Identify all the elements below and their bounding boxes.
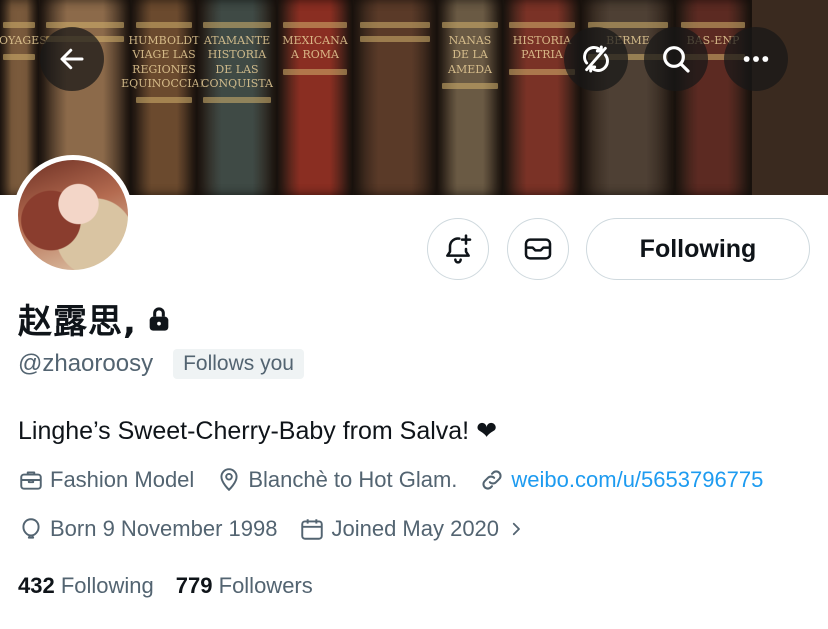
more-button[interactable] (724, 27, 788, 91)
spine-band (203, 97, 271, 104)
birthday-item: Born 9 November 1998 (18, 516, 277, 542)
spine-band (2, 54, 36, 61)
meta-row-1: Fashion Model Blanchè to Hot Glam. weibo… (18, 467, 763, 493)
stats-row: 432 Following 779 Followers (18, 573, 335, 599)
briefcase-icon (20, 471, 42, 490)
location-pin-icon (220, 468, 238, 492)
spine-text: NANAS DE LA AMEDA (448, 34, 492, 76)
following-button[interactable]: Following (586, 218, 810, 280)
spine-band (136, 22, 192, 28)
spine-text: ATAMANTE HISTORIA DE LAS CONQUISTA (201, 34, 273, 90)
website-item[interactable]: weibo.com/u/5653796775 (479, 467, 763, 493)
profile-banner[interactable]: VOYAGES HUMBOLDT VIAGE LAS REGIONES EQUIN… (0, 0, 828, 195)
website-link[interactable]: weibo.com/u/5653796775 (511, 467, 763, 493)
spine-text: MEXICANA A ROMA (282, 34, 348, 62)
search-button[interactable] (644, 27, 708, 91)
more-horizontal-icon (743, 56, 769, 62)
category-text: Fashion Model (50, 467, 195, 492)
follows-you-badge: Follows you (173, 349, 304, 379)
meta-row-2: Born 9 November 1998 Joined May 2020 (18, 516, 553, 542)
avatar[interactable] (13, 155, 133, 275)
followers-count: 779 (175, 573, 213, 598)
bio: Linghe’s Sweet-Cherry-Baby from Salva! ❤ (18, 417, 498, 445)
spine-band (442, 22, 498, 28)
book-spine: HISTORIA PATRIA (504, 0, 582, 195)
spine-band (46, 22, 124, 28)
following-label: Following (60, 573, 154, 598)
sync-off-icon (583, 45, 609, 73)
arrow-left-icon (60, 48, 84, 70)
book-spine: ATAMANTE HISTORIA DE LAS CONQUISTA (198, 0, 278, 195)
message-button[interactable] (507, 218, 569, 280)
name-row: 赵露思, (18, 294, 171, 343)
following-stat[interactable]: 432 Following (18, 573, 154, 599)
spine-band (359, 22, 431, 28)
book-spine: NANAS DE LA AMEDA (438, 0, 504, 195)
envelope-icon (524, 238, 552, 260)
location-item: Blanchè to Hot Glam. (216, 467, 457, 493)
spine-band (203, 22, 271, 28)
spine-band (283, 68, 347, 75)
book-spine: MEXICANA A ROMA (278, 0, 354, 195)
spine-band (359, 36, 431, 42)
spine-band (442, 82, 498, 89)
category-item: Fashion Model (18, 467, 194, 493)
followers-label: Followers (218, 573, 313, 598)
sync-button[interactable] (564, 27, 628, 91)
back-button[interactable] (40, 27, 104, 91)
book-spine: HUMBOLDT VIAGE LAS REGIONES EQUINOCCIAL (121, 0, 207, 195)
joined-item[interactable]: Joined May 2020 (299, 516, 531, 542)
calendar-icon (301, 519, 324, 540)
link-icon (482, 470, 502, 490)
book-spine: VOYAGES (0, 0, 47, 195)
spine-band (136, 97, 192, 104)
joined-text: Joined May 2020 (331, 516, 500, 541)
spine-band (283, 22, 347, 28)
following-count: 432 (18, 573, 55, 598)
notifications-button[interactable] (427, 218, 489, 280)
avatar-photo (18, 160, 128, 270)
birthday-text: Born 9 November 1998 (50, 516, 278, 541)
followers-stat[interactable]: 779 Followers (176, 573, 313, 599)
spine-band (509, 22, 575, 28)
lock-icon (147, 305, 171, 333)
display-name: 赵露思, (18, 302, 137, 342)
book-spine (354, 0, 438, 195)
bell-plus-icon (446, 234, 472, 264)
handle-row: @zhaoroosy Follows you (18, 349, 304, 379)
banner-bookshelf-image: VOYAGES HUMBOLDT VIAGE LAS REGIONES EQUIN… (0, 0, 828, 195)
location-text: Blanchè to Hot Glam. (248, 467, 458, 492)
spine-band (2, 22, 36, 28)
chevron-right-icon (512, 522, 520, 536)
handle: @zhaoroosy (18, 350, 154, 377)
balloon-icon (22, 518, 40, 539)
spine-band (681, 22, 745, 28)
search-icon (663, 46, 690, 73)
